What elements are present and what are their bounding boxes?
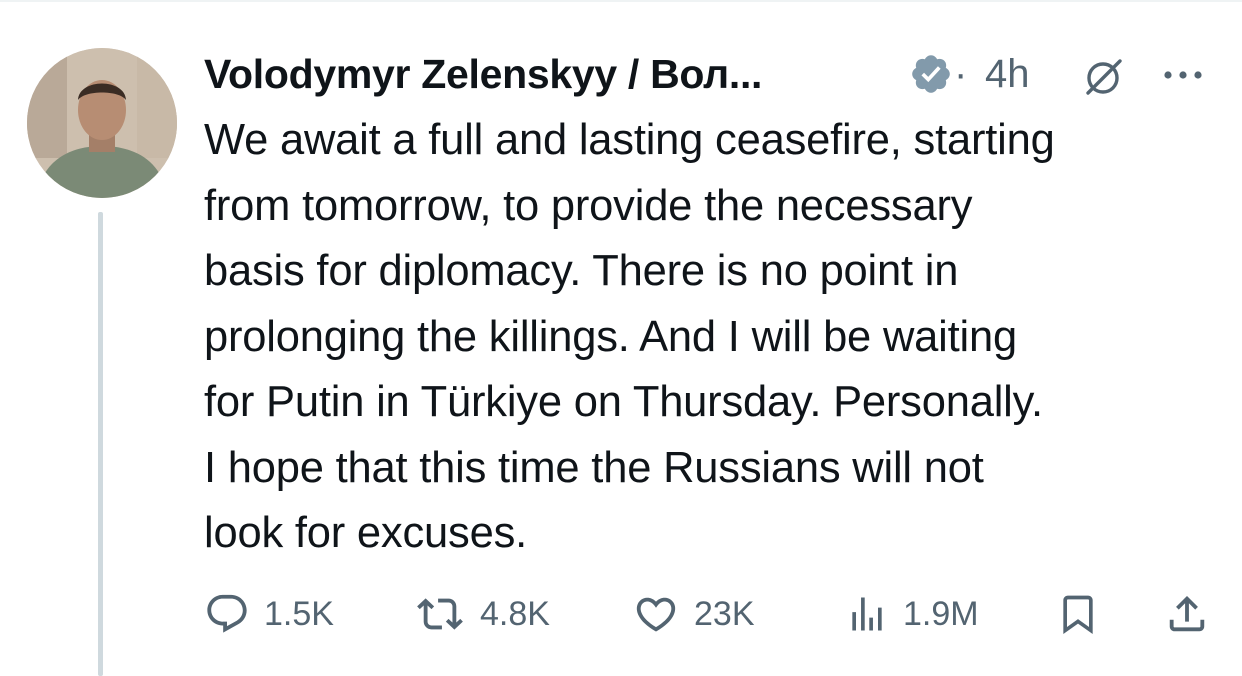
more-icon[interactable] (1159, 60, 1207, 90)
post-text-line: We await a full and lasting ceasefire, s… (204, 116, 1055, 164)
post-text-line: from tomorrow, to provide the necessary (204, 181, 973, 230)
display-name[interactable]: Volodymyr Zelenskyy / Вол... (204, 48, 762, 100)
repost-count: 4.8K (480, 594, 550, 633)
repost-button[interactable]: 4.8K (414, 586, 550, 642)
views-button[interactable]: 1.9M (845, 586, 979, 642)
views-icon (852, 597, 882, 631)
repost-icon (417, 598, 463, 630)
like-count: 23K (694, 594, 755, 633)
post-text: We await a full and lasting ceasefire, s… (204, 108, 1234, 567)
grok-icon[interactable] (1081, 54, 1127, 100)
reply-icon (207, 594, 247, 633)
like-button[interactable]: 23K (632, 586, 755, 642)
timestamp[interactable]: 4h (985, 48, 1030, 100)
post-text-line: prolonging the killings. And I will be w… (204, 312, 1017, 361)
reply-button[interactable]: 1.5K (204, 586, 334, 642)
bookmark-icon (1063, 595, 1093, 635)
post-text-line: look for excuses. (204, 509, 527, 557)
views-count: 1.9M (903, 594, 979, 633)
bookmark-button[interactable] (1056, 586, 1100, 642)
avatar[interactable] (27, 48, 177, 198)
thread-line (98, 212, 103, 676)
post-text-line: for Putin in Türkiye on Thursday. Person… (204, 378, 1043, 426)
top-divider (0, 0, 1242, 2)
time-separator: · (954, 52, 968, 96)
verified-badge-icon[interactable] (909, 52, 953, 96)
action-bar: 1.5K 4.8K 23K 1.9M (204, 586, 1234, 642)
like-icon (636, 597, 676, 632)
share-icon (1169, 595, 1205, 632)
post-text-line: basis for diplomacy. There is no point i… (204, 247, 959, 295)
share-button[interactable] (1164, 586, 1210, 642)
post-text-line: I hope that this time the Russians will … (204, 443, 984, 492)
reply-count: 1.5K (264, 594, 334, 633)
post-header: Volodymyr Zelenskyy / Вол... · 4h (204, 46, 1234, 102)
